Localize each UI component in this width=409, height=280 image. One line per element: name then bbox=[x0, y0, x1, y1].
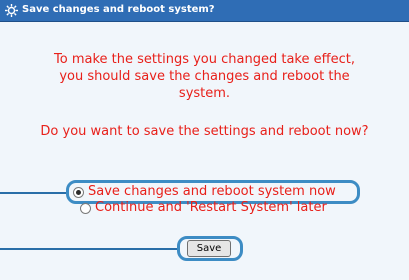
radio-button-selected[interactable] bbox=[73, 187, 84, 198]
radio-dot bbox=[76, 190, 81, 195]
save-button[interactable]: Save bbox=[187, 240, 231, 257]
dialog-page: Save changes and reboot system? To make … bbox=[0, 0, 409, 280]
message-line-2: you should save the changes and reboot t… bbox=[59, 69, 350, 84]
reboot-question: Do you want to save the settings and reb… bbox=[40, 124, 369, 139]
message-line-1: To make the settings you changed take ef… bbox=[54, 52, 355, 67]
callout-line-save bbox=[0, 248, 178, 250]
radio-label: Save changes and reboot system now bbox=[88, 184, 336, 199]
radio-label: Continue and 'Restart System' later bbox=[95, 200, 327, 215]
dialog-title: Save changes and reboot system? bbox=[22, 4, 215, 15]
radio-button[interactable] bbox=[80, 203, 91, 214]
settings-gear-icon bbox=[5, 4, 18, 17]
callout-line-options bbox=[0, 192, 68, 194]
title-bar: Save changes and reboot system? bbox=[0, 0, 409, 22]
message-line-3: system. bbox=[178, 86, 231, 101]
